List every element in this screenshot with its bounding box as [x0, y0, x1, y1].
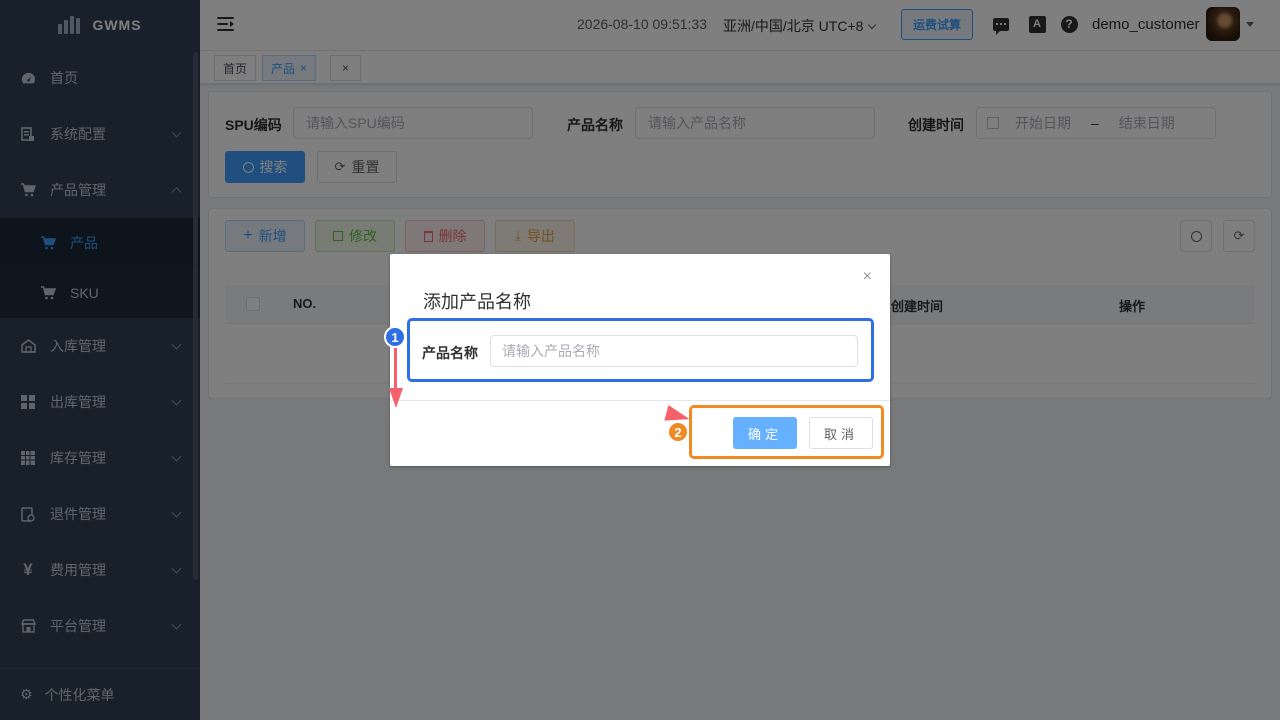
arrow-shaft	[394, 348, 397, 392]
highlight-step-1	[407, 318, 874, 382]
highlight-step-2	[689, 405, 884, 459]
dialog-divider	[390, 400, 890, 401]
arrow-down-icon	[389, 388, 403, 408]
step-badge-2: 2	[667, 421, 689, 443]
step-badge-1: 1	[384, 326, 406, 348]
dialog-title: 添加产品名称	[423, 292, 531, 312]
close-icon[interactable]: ×	[863, 268, 872, 286]
